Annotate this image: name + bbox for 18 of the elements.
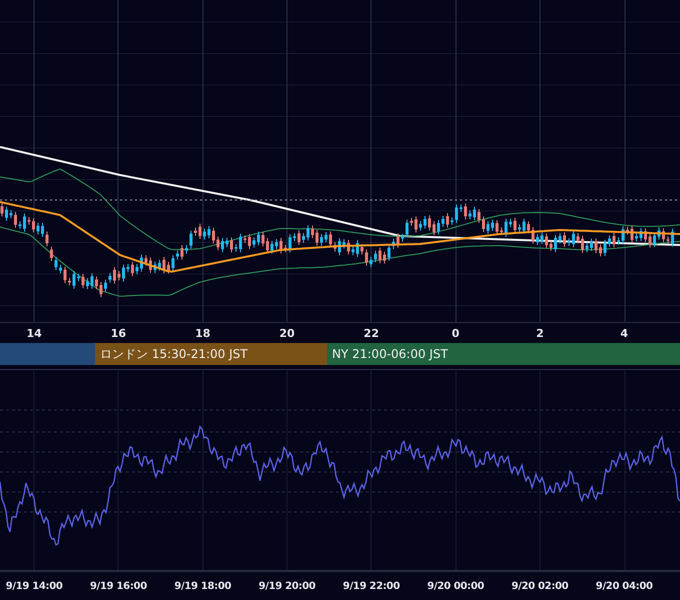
axis-label: 4 (619, 326, 630, 340)
time-label: 9/19 22:00 (342, 580, 401, 592)
time-label: 9/19 16:00 (89, 580, 148, 592)
axis-label: 2 (535, 326, 545, 340)
axis-label: 18 (194, 326, 212, 340)
time-label: 9/19 18:00 (173, 580, 232, 592)
session-band: ロンドン 15:30-21:00 JST (95, 343, 327, 365)
axis-label: 14 (25, 326, 43, 340)
time-label: 9/20 00:00 (426, 580, 486, 592)
time-label: 9/19 20:00 (258, 580, 316, 592)
time-label: 9/20 02:00 (510, 580, 570, 592)
session-band: NY 21:00-06:00 JST (327, 343, 680, 365)
axis-label: 0 (450, 326, 460, 340)
time-label: 9/19 14:00 (4, 580, 64, 592)
time-label: 9/20 04:00 (594, 580, 654, 592)
axis-label: 20 (278, 326, 296, 340)
axis-label: 22 (362, 326, 380, 340)
axis-label: 16 (110, 326, 128, 340)
